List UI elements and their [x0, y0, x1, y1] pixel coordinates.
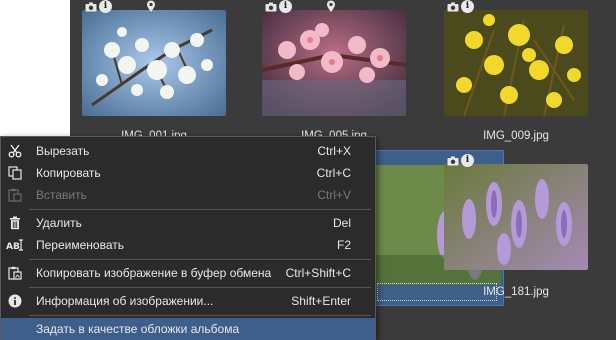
badge-group: i [264, 0, 336, 16]
badge-group: i [446, 0, 474, 13]
info-icon: i [99, 0, 112, 13]
svg-text:AB: AB [6, 242, 20, 252]
copy-icon [1, 162, 29, 184]
menu-item-delete[interactable]: Удалить Del [1, 212, 375, 234]
info-icon: i [461, 0, 474, 13]
badge-group: i [84, 0, 156, 16]
menu-separator [29, 209, 371, 210]
thumbnail-tile[interactable]: i IMG_181.jpg [444, 154, 588, 298]
context-menu: Вырезать Ctrl+X Копировать Ctrl+C Встави… [0, 136, 376, 340]
menu-item-shortcut: Ctrl+X [317, 144, 351, 158]
menu-item-shortcut: Ctrl+Shift+C [285, 266, 351, 280]
thumbnail-image[interactable] [444, 10, 588, 116]
menu-item-paste[interactable]: Вставить Ctrl+V [1, 184, 375, 206]
copy-to-clipboard-icon [1, 262, 29, 284]
menu-item-rename[interactable]: AB Переименовать F2 [1, 234, 375, 256]
menu-item-label: Информация об изображении... [36, 294, 214, 308]
thumbnail-tile[interactable]: i IMG_001.jpg [82, 0, 226, 142]
info-icon: i [461, 154, 474, 167]
menu-separator [29, 259, 371, 260]
rename-icon: AB [1, 234, 29, 256]
menu-item-copy[interactable]: Копировать Ctrl+C [1, 162, 375, 184]
thumbnail-image[interactable] [262, 10, 406, 116]
menu-item-label: Вырезать [36, 144, 90, 158]
camera-icon [264, 0, 277, 13]
menu-item-label: Задать в качестве обложки альбома [36, 322, 240, 336]
menu-item-cut[interactable]: Вырезать Ctrl+X [1, 140, 375, 162]
camera-icon [446, 0, 459, 13]
menu-item-shortcut: Shift+Enter [291, 294, 351, 308]
menu-item-copy-image-to-clipboard[interactable]: Копировать изображение в буфер обмена Ct… [1, 262, 375, 284]
thumbnail-image[interactable] [82, 10, 226, 116]
info-icon [1, 290, 29, 312]
menu-separator [29, 287, 371, 288]
thumbnail-tile[interactable]: i IMG_009.jpg [444, 0, 588, 142]
menu-separator [29, 315, 371, 316]
thumbnail-tile[interactable]: i IMG_005.jpg [262, 0, 406, 142]
menu-item-image-info[interactable]: Информация об изображении... Shift+Enter [1, 290, 375, 312]
info-icon: i [279, 0, 292, 13]
thumbnail-caption: IMG_181.jpg [483, 286, 549, 298]
menu-item-label: Удалить [36, 216, 82, 230]
trash-icon [1, 212, 29, 234]
camera-icon [446, 154, 459, 167]
menu-item-label: Копировать изображение в буфер обмена [36, 266, 272, 280]
menu-item-label: Копировать [36, 166, 101, 180]
menu-item-set-album-cover[interactable]: Задать в качестве обложки альбома [1, 318, 375, 340]
scissors-icon [1, 140, 29, 162]
badge-group: i [446, 154, 474, 167]
menu-item-shortcut: Ctrl+V [317, 188, 351, 202]
paste-icon [1, 184, 29, 206]
thumbnail-caption: IMG_009.jpg [483, 130, 549, 142]
location-pin-icon [326, 0, 336, 16]
menu-item-shortcut: Ctrl+C [316, 166, 351, 180]
menu-item-shortcut: Del [332, 216, 351, 230]
menu-item-shortcut: F2 [336, 238, 351, 252]
menu-item-label: Переименовать [36, 238, 124, 252]
camera-icon [84, 0, 97, 13]
thumbnail-image[interactable] [444, 164, 588, 270]
location-pin-icon [146, 0, 156, 16]
menu-item-label: Вставить [36, 188, 87, 202]
